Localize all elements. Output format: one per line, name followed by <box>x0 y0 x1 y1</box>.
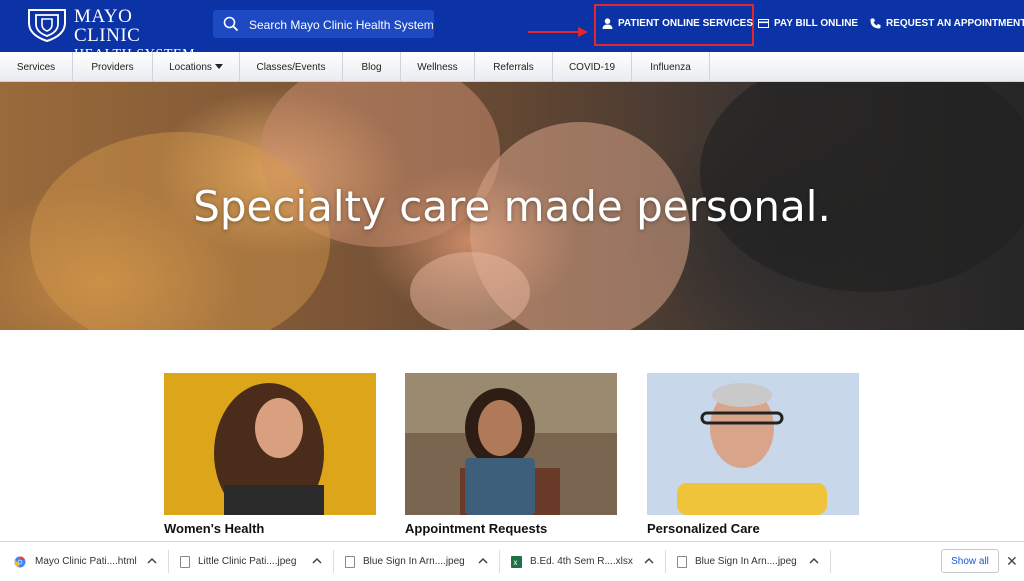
card-appointment-requests[interactable]: Appointment Requests <box>405 373 617 536</box>
nav-label: Blog <box>361 61 382 73</box>
caret-down-icon <box>214 64 223 69</box>
appointment-requests-photo <box>405 373 617 515</box>
pay-bill-online-link[interactable]: PAY BILL ONLINE <box>758 18 858 29</box>
card-image[interactable] <box>405 373 617 515</box>
nav-item-providers[interactable]: Providers <box>73 52 153 82</box>
card-title[interactable]: Personalized Care <box>647 521 760 536</box>
chrome-file-icon <box>14 556 26 567</box>
search-placeholder: Search Mayo Clinic Health System <box>249 18 434 32</box>
excel-file-icon: x <box>511 555 522 568</box>
nav-item-wellness[interactable]: Wellness <box>401 52 475 82</box>
card-personalized-care[interactable]: Personalized Care <box>647 373 859 536</box>
search-input[interactable]: Search Mayo Clinic Health System <box>213 10 434 38</box>
image-file-icon <box>345 555 355 568</box>
download-filename: Mayo Clinic Pati....html <box>35 556 137 567</box>
phone-icon <box>870 18 881 29</box>
download-item[interactable]: Blue Sign In Arn....jpeg <box>345 542 465 581</box>
main-nav: Services Providers Locations Classes/Eve… <box>0 52 1024 82</box>
hero-title: Specialty care made personal. <box>193 182 831 231</box>
download-filename: Blue Sign In Arn....jpeg <box>695 556 797 567</box>
image-file-icon <box>180 555 190 568</box>
divider <box>333 550 334 573</box>
show-all-button[interactable]: Show all <box>941 549 999 573</box>
patient-online-services-link[interactable]: PATIENT ONLINE SERVICES <box>602 18 753 29</box>
close-icon[interactable]: ✕ <box>1006 553 1018 570</box>
download-item[interactable]: Little Clinic Pati....jpeg <box>180 542 296 581</box>
patient-online-services-label: PATIENT ONLINE SERVICES <box>618 18 754 29</box>
credit-card-icon <box>758 19 769 28</box>
download-item[interactable]: Blue Sign In Arn....jpeg <box>677 542 797 581</box>
mayo-clinic-logo[interactable]: MAYO CLINIC HEALTH SYSTEM <box>26 6 196 62</box>
card-image[interactable] <box>164 373 376 515</box>
request-appointment-label: REQUEST AN APPOINTMENT <box>886 18 1024 29</box>
download-item[interactable]: Mayo Clinic Pati....html <box>14 542 137 581</box>
chevron-up-icon[interactable] <box>146 555 158 567</box>
nav-item-services[interactable]: Services <box>0 52 73 82</box>
nav-label: Wellness <box>417 61 458 73</box>
nav-item-classes-events[interactable]: Classes/Events <box>240 52 343 82</box>
nav-item-covid-19[interactable]: COVID-19 <box>553 52 632 82</box>
divider <box>168 550 169 573</box>
download-filename: B.Ed. 4th Sem R....xlsx <box>530 556 633 567</box>
download-filename: Little Clinic Pati....jpeg <box>198 556 297 567</box>
chevron-up-icon[interactable] <box>808 555 820 567</box>
svg-text:x: x <box>514 558 518 567</box>
nav-label: Influenza <box>650 61 691 73</box>
site-header: MAYO CLINIC HEALTH SYSTEM Search Mayo Cl… <box>0 0 1024 62</box>
nav-label: COVID-19 <box>568 61 616 73</box>
nav-label: Classes/Events <box>256 61 326 73</box>
personalized-care-photo <box>647 373 859 515</box>
card-title[interactable]: Appointment Requests <box>405 521 547 536</box>
nav-label: Providers <box>91 61 134 73</box>
nav-item-influenza[interactable]: Influenza <box>632 52 710 82</box>
card-title[interactable]: Women's Health <box>164 521 264 536</box>
divider <box>665 550 666 573</box>
divider <box>499 550 500 573</box>
user-icon <box>602 18 613 29</box>
request-appointment-link[interactable]: REQUEST AN APPOINTMENT <box>870 18 1024 29</box>
download-filename: Blue Sign In Arn....jpeg <box>363 556 465 567</box>
nav-label: Referrals <box>493 61 534 73</box>
hero-banner: Specialty care made personal. <box>0 82 1024 330</box>
logo-line1: MAYO CLINIC <box>74 6 141 46</box>
nav-item-locations[interactable]: Locations <box>153 52 240 82</box>
pay-bill-online-label: PAY BILL ONLINE <box>774 18 859 29</box>
nav-item-referrals[interactable]: Referrals <box>475 52 553 82</box>
nav-label: Locations <box>169 61 212 73</box>
download-item[interactable]: x B.Ed. 4th Sem R....xlsx <box>511 542 633 581</box>
image-file-icon <box>677 555 687 568</box>
womens-health-photo <box>164 373 376 515</box>
chevron-up-icon[interactable] <box>477 555 489 567</box>
nav-item-blog[interactable]: Blog <box>343 52 401 82</box>
card-womens-health[interactable]: Women's Health <box>164 373 376 536</box>
search-icon <box>223 16 239 32</box>
red-arrow-annotation <box>528 27 588 37</box>
nav-label: Services <box>16 61 56 73</box>
chevron-up-icon[interactable] <box>311 555 323 567</box>
downloads-bar: Mayo Clinic Pati....html Little Clinic P… <box>0 541 1024 580</box>
card-image[interactable] <box>647 373 859 515</box>
shield-logo-icon <box>28 9 66 43</box>
divider <box>830 550 831 573</box>
chevron-up-icon[interactable] <box>643 555 655 567</box>
